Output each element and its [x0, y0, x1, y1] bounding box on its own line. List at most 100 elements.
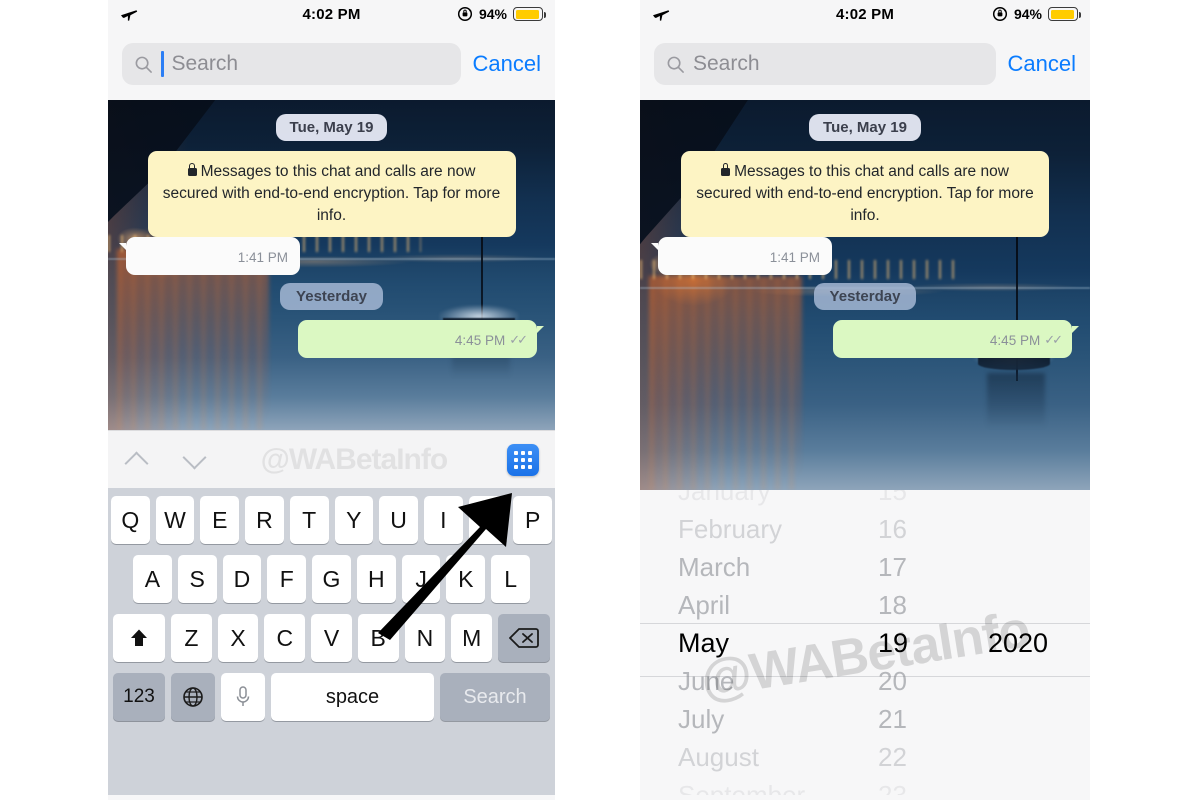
date-divider-yesterday: Yesterday	[813, 283, 917, 310]
calendar-icon[interactable]	[507, 443, 539, 476]
search-icon	[667, 56, 684, 73]
read-receipt-icon: ✓✓	[1044, 332, 1063, 347]
chevron-down-icon[interactable]	[182, 447, 208, 473]
picker-selected-day[interactable]: 19	[878, 624, 908, 662]
space-key[interactable]: space	[271, 673, 434, 721]
calendar-grid	[514, 450, 532, 469]
key-h[interactable]: H	[356, 555, 396, 603]
key-i[interactable]: I	[423, 496, 463, 544]
picker-option-day[interactable]: 22	[878, 738, 907, 776]
key-j[interactable]: J	[401, 555, 441, 603]
rotation-lock-icon	[457, 6, 473, 22]
key-d[interactable]: D	[222, 555, 262, 603]
key-m[interactable]: M	[451, 614, 493, 662]
microphone-glyph	[236, 686, 250, 706]
battery-percent-label: 94%	[478, 6, 507, 22]
key-y[interactable]: Y	[334, 496, 374, 544]
picker-option-month[interactable]: April	[678, 586, 730, 624]
search-input[interactable]: Search	[122, 43, 461, 85]
search-key[interactable]: Search	[440, 673, 550, 721]
picker-option-month[interactable]: September	[678, 776, 805, 796]
watermark-toolbar: @WABetaInfo	[260, 442, 449, 476]
key-n[interactable]: N	[404, 614, 446, 662]
message-meta: 4:45 PM ✓✓	[989, 332, 1063, 348]
picker-option-day[interactable]: 17	[878, 548, 907, 586]
picker-selected-year[interactable]: 2020	[988, 624, 1048, 662]
picker-option-day[interactable]: 18	[878, 586, 907, 624]
cancel-button[interactable]: Cancel	[473, 51, 541, 77]
on-screen-keyboard: Q W E R T Y U I O P A S D F G H J K L Z …	[108, 488, 555, 795]
key-g[interactable]: G	[312, 555, 351, 603]
key-e[interactable]: E	[200, 496, 240, 544]
picker-option-month[interactable]: January	[678, 490, 771, 510]
globe-icon[interactable]	[171, 673, 215, 721]
picker-option-month[interactable]: July	[678, 700, 724, 738]
day-column[interactable]: 15 16 17 18 19 20 21 22 23	[878, 490, 988, 795]
key-l[interactable]: L	[491, 555, 531, 603]
text-cursor	[161, 51, 164, 77]
keyboard-row-1: Q W E R T Y U I O P	[110, 496, 553, 544]
wallpaper-boat-reflection	[986, 373, 1045, 428]
key-o[interactable]: O	[468, 496, 508, 544]
picker-option-day[interactable]: 20	[878, 662, 907, 700]
message-timestamp: 4:45 PM	[989, 332, 1041, 348]
key-f[interactable]: F	[267, 555, 307, 603]
key-q[interactable]: Q	[110, 496, 150, 544]
shift-icon[interactable]	[112, 614, 165, 662]
picker-option-day[interactable]: 16	[878, 510, 907, 548]
encryption-notice[interactable]: Messages to this chat and calls are now …	[147, 151, 516, 237]
chat-area: Tue, May 19 Messages to this chat and ca…	[640, 100, 1090, 490]
key-s[interactable]: S	[177, 555, 217, 603]
message-timestamp: 4:45 PM	[454, 332, 506, 348]
picker-option-month[interactable]: March	[678, 548, 750, 586]
search-icon	[135, 56, 152, 73]
wallpaper-boat-hull	[977, 357, 1050, 370]
key-v[interactable]: V	[311, 614, 352, 662]
message-bubble-incoming[interactable]: 1:41 PM	[119, 237, 300, 275]
key-a[interactable]: A	[132, 555, 172, 603]
chevron-up-icon[interactable]	[124, 447, 150, 473]
date-divider-yesterday: Yesterday	[280, 283, 383, 310]
picker-option-day[interactable]: 15	[878, 490, 907, 510]
key-w[interactable]: W	[155, 496, 195, 544]
microphone-icon[interactable]	[221, 673, 265, 721]
cancel-button[interactable]: Cancel	[1008, 51, 1076, 77]
picker-option-month[interactable]: June	[678, 662, 734, 700]
keyboard-row-4: 123 space Search	[111, 673, 552, 721]
encryption-notice[interactable]: Messages to this chat and calls are now …	[681, 151, 1049, 237]
year-column[interactable]: 2020	[988, 490, 1052, 795]
message-bubble-incoming[interactable]: 1:41 PM	[651, 237, 832, 275]
picker-selected-month[interactable]: May	[678, 624, 729, 662]
message-row-outgoing: 4:45 PM ✓✓	[652, 320, 1079, 358]
date-divider: Tue, May 19	[809, 114, 921, 141]
key-c[interactable]: C	[264, 614, 306, 662]
status-bar-right: 94%	[457, 6, 546, 22]
key-x[interactable]: X	[217, 614, 259, 662]
month-column[interactable]: January February March April May June Ju…	[678, 490, 878, 795]
key-k[interactable]: K	[446, 555, 486, 603]
numbers-key[interactable]: 123	[113, 673, 165, 721]
message-meta: 4:45 PM ✓✓	[454, 332, 528, 348]
search-bar: Search Cancel	[108, 28, 555, 100]
backspace-icon[interactable]	[498, 614, 551, 662]
encryption-notice-text: Messages to this chat and calls are now …	[696, 163, 1034, 224]
message-row-outgoing: 4:45 PM ✓✓	[120, 320, 544, 358]
lock-icon	[187, 163, 197, 176]
picker-option-month[interactable]: August	[678, 738, 759, 776]
picker-option-month[interactable]: February	[678, 510, 782, 548]
key-r[interactable]: R	[245, 496, 284, 544]
message-bubble-outgoing[interactable]: 4:45 PM ✓✓	[833, 320, 1079, 358]
key-z[interactable]: Z	[170, 614, 212, 662]
key-u[interactable]: U	[379, 496, 418, 544]
date-picker-wheel[interactable]: January February March April May June Ju…	[640, 490, 1090, 795]
picker-option-day[interactable]: 21	[878, 700, 907, 738]
picker-option-day[interactable]: 23	[878, 776, 907, 796]
search-input[interactable]: Search	[654, 43, 996, 85]
find-toolbar: @WABetaInfo	[108, 430, 555, 488]
key-p[interactable]: P	[513, 496, 553, 544]
key-t[interactable]: T	[289, 496, 329, 544]
message-bubble-outgoing[interactable]: 4:45 PM ✓✓	[298, 320, 544, 358]
key-b[interactable]: B	[357, 614, 399, 662]
message-timestamp: 1:41 PM	[237, 250, 288, 265]
picker-columns: January February March April May June Ju…	[640, 490, 1090, 795]
